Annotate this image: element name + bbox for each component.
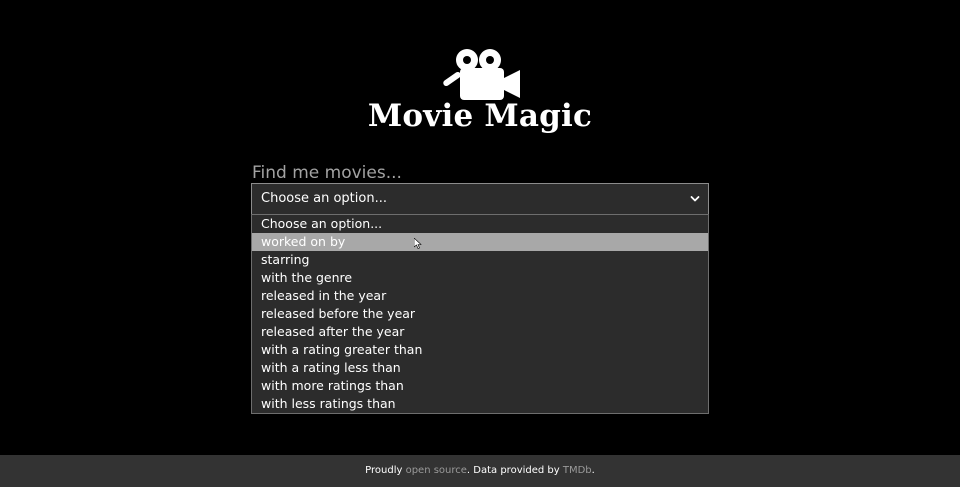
footer-suffix-text: . [591, 465, 595, 476]
option-rating-greater-than[interactable]: with a rating greater than [252, 341, 708, 359]
open-source-link[interactable]: open source [406, 465, 467, 476]
search-prompt-label: Find me movies... [252, 163, 402, 183]
option-released-in-year[interactable]: released in the year [252, 287, 708, 305]
dropdown-options-list: Choose an option... worked on by starrin… [251, 214, 709, 414]
footer-middle-text: . Data provided by [466, 465, 563, 476]
page: Movie Magic Find me movies... Choose an … [0, 0, 960, 487]
mouse-pointer-icon [414, 238, 422, 249]
select-current-value: Choose an option... [261, 191, 387, 206]
chevron-down-icon [690, 196, 700, 202]
app-title: Movie Magic [367, 98, 593, 134]
footer-prefix-text: Proudly [365, 465, 406, 476]
option-more-ratings-than[interactable]: with more ratings than [252, 377, 708, 395]
movie-camera-icon [443, 49, 520, 100]
option-released-after-year[interactable]: released after the year [252, 323, 708, 341]
option-less-ratings-than[interactable]: with less ratings than [252, 395, 708, 413]
search-criteria-select[interactable]: Choose an option... [251, 183, 709, 215]
option-released-before-year[interactable]: released before the year [252, 305, 708, 323]
option-rating-less-than[interactable]: with a rating less than [252, 359, 708, 377]
option-worked-on-by[interactable]: worked on by [252, 233, 708, 251]
option-starring[interactable]: starring [252, 251, 708, 269]
tmdb-link[interactable]: TMDb [563, 465, 592, 476]
option-with-the-genre[interactable]: with the genre [252, 269, 708, 287]
option-choose[interactable]: Choose an option... [252, 215, 708, 233]
footer: Proudly open source. Data provided by TM… [0, 455, 960, 487]
